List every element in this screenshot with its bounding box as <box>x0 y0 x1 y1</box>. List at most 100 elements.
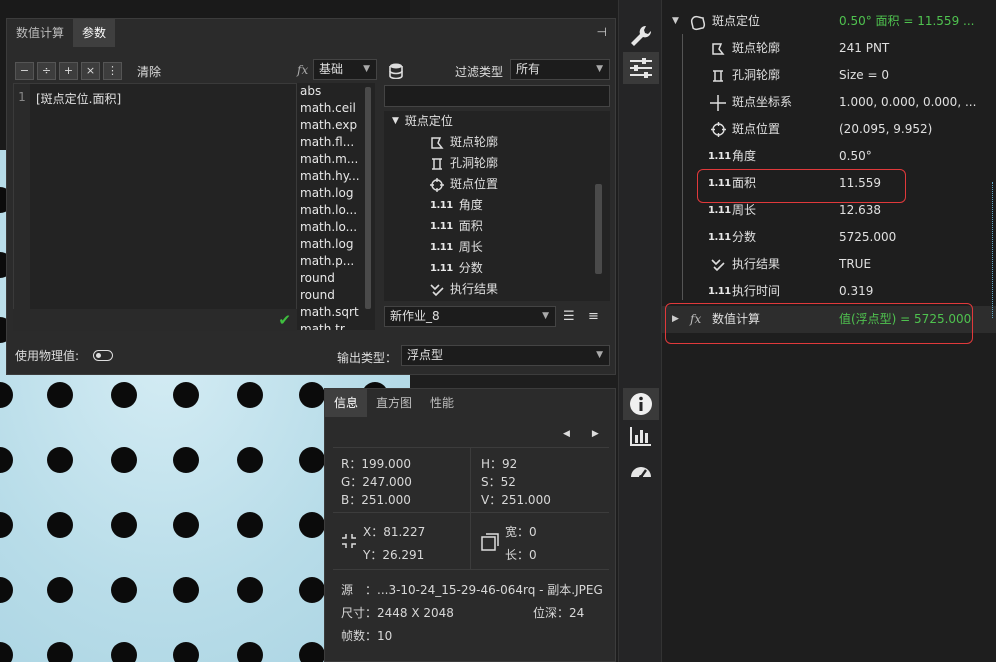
tab-info[interactable]: 信息 <box>325 389 368 417</box>
function-item[interactable]: math.lo... <box>297 202 375 219</box>
result-row[interactable]: 斑点坐标系 1.000, 0.000, 0.000, ... <box>662 89 996 116</box>
function-item[interactable]: math.lo... <box>297 219 375 236</box>
tree-item[interactable]: 斑点轮廓 <box>430 132 498 153</box>
tree-item[interactable]: 1.11 分数 <box>430 258 483 279</box>
plus-button[interactable]: + <box>59 62 78 80</box>
function-item[interactable]: round <box>297 270 375 287</box>
list-view-icon[interactable]: ☰ <box>563 309 575 324</box>
editor-status-bar: ✔ <box>13 309 297 331</box>
histogram-button[interactable] <box>623 420 659 452</box>
nav-arrows: ◀▶ <box>563 429 621 439</box>
function-item[interactable]: math.log <box>297 185 375 202</box>
function-category-select[interactable]: 基础 ▼ <box>313 59 377 80</box>
tool-params-button[interactable] <box>623 52 659 84</box>
function-item[interactable]: math.sqrt <box>297 304 375 321</box>
expand-arrow-icon[interactable]: ▼ <box>672 8 679 35</box>
function-item[interactable]: math.fl... <box>297 134 375 151</box>
coordinate-system-icon <box>708 89 728 116</box>
line-number: 1 <box>14 84 30 330</box>
number-icon: 1.11 <box>708 151 731 162</box>
tree-item[interactable]: 执行结果 <box>430 279 498 300</box>
tree-item-label: 分数 <box>458 261 483 275</box>
expression-editor[interactable]: 1 [斑点定位.面积] <box>13 83 297 331</box>
function-item[interactable]: math.exp <box>297 117 375 134</box>
side-toolbar <box>618 0 662 662</box>
result-root-row[interactable]: ▼ 斑点定位 0.50° 面积 = 11.559 ... <box>662 8 996 35</box>
expand-arrow-icon[interactable]: ▼ <box>392 111 399 132</box>
v-value: V：251.000 <box>481 493 551 507</box>
job-select[interactable]: 新作业_8 ▼ <box>384 306 556 327</box>
valid-check-icon: ✔ <box>278 311 291 329</box>
function-item[interactable]: math.tr... <box>297 321 375 330</box>
physical-value-toggle[interactable] <box>93 350 113 361</box>
result-name: 斑点轮廓 <box>732 41 781 55</box>
chevron-down-icon: ▼ <box>363 64 370 74</box>
tab-performance[interactable]: 性能 <box>421 389 463 417</box>
menu-icon[interactable]: ≡ <box>588 309 599 324</box>
result-row[interactable]: 孔洞轮廓 Size = 0 <box>662 62 996 89</box>
minus-button[interactable]: − <box>15 62 34 80</box>
prev-arrow-icon[interactable]: ◀ <box>563 429 592 439</box>
result-name: 斑点坐标系 <box>732 95 793 109</box>
function-item[interactable]: math.log <box>297 236 375 253</box>
tab-calc[interactable]: 数值计算 <box>7 19 73 47</box>
result-row[interactable]: 1.11 分数 5725.000 <box>662 224 996 251</box>
function-item[interactable]: math.m... <box>297 151 375 168</box>
result-value: 1.000, 0.000, 0.000, ... <box>839 95 977 109</box>
performance-button[interactable] <box>623 455 659 487</box>
result-row[interactable]: 1.11 角度 0.50° <box>662 143 996 170</box>
function-item[interactable]: round <box>297 287 375 304</box>
info-button[interactable] <box>623 388 659 420</box>
pin-icon[interactable]: ⊣ <box>597 25 607 39</box>
next-arrow-icon[interactable]: ▶ <box>592 429 621 439</box>
expression-text[interactable]: [斑点定位.面积] <box>36 90 121 107</box>
tab-histogram[interactable]: 直方图 <box>367 389 421 417</box>
tree-item[interactable]: 1.11 面积 <box>430 216 483 237</box>
function-list-scrollbar[interactable] <box>365 87 371 309</box>
variable-search-input[interactable] <box>384 85 610 107</box>
g-value: G：247.000 <box>341 475 412 489</box>
result-value: (20.095, 9.952) <box>839 122 933 136</box>
more-ops-button[interactable]: ⋮ <box>103 62 122 80</box>
divide-button[interactable]: ÷ <box>37 62 56 80</box>
function-item[interactable]: math.ceil <box>297 100 375 117</box>
function-item[interactable]: abs <box>297 83 375 100</box>
tool-settings-button[interactable] <box>623 20 659 52</box>
hole-contour-icon <box>708 62 728 89</box>
tree-root-blob-locate[interactable]: ▼ 斑点定位 <box>392 111 453 132</box>
tree-item[interactable]: 孔洞轮廓 <box>430 153 498 174</box>
tree-item-label: 孔洞轮廓 <box>450 156 499 170</box>
result-value: Size = 0 <box>839 68 889 82</box>
b-value: B：251.000 <box>341 493 411 507</box>
color-values-section: R：199.000 G：247.000 B：251.000 H：92 S：52 … <box>333 447 609 513</box>
output-type-label: 输出类型： <box>337 351 398 365</box>
result-name: 执行结果 <box>732 257 781 271</box>
output-type-select[interactable]: 浮点型 ▼ <box>401 345 610 366</box>
result-row[interactable]: 1.11 执行时间 0.319 <box>662 278 996 305</box>
connector-line <box>992 182 993 318</box>
variable-tree[interactable]: ▼ 斑点定位 斑点轮廓 孔洞轮廓 斑点位置 1.11 角度 1.11 面积 1.… <box>384 111 610 301</box>
output-type-value: 浮点型 <box>407 348 444 362</box>
result-row[interactable]: 执行结果 TRUE <box>662 251 996 278</box>
tab-params[interactable]: 参数 <box>73 19 116 47</box>
tree-item[interactable]: 斑点位置 <box>430 174 498 195</box>
result-name: 斑点位置 <box>732 122 781 136</box>
function-list[interactable]: abs math.ceil math.exp math.fl... math.m… <box>297 83 375 330</box>
result-name: 孔洞轮廓 <box>732 68 781 82</box>
clear-button[interactable]: 清除 <box>137 63 161 80</box>
result-row[interactable]: 斑点轮廓 241 PNT <box>662 35 996 62</box>
file-section: 源 ：...3-10-24_15-29-46-064rq - 副本.JPEG 尺… <box>333 569 609 659</box>
tree-item[interactable]: 1.11 角度 <box>430 195 483 216</box>
result-row[interactable]: 斑点位置 (20.095, 9.952) <box>662 116 996 143</box>
chevron-down-icon: ▼ <box>596 64 603 74</box>
chevron-down-icon: ▼ <box>596 350 603 360</box>
variable-tree-scrollbar[interactable] <box>595 184 602 274</box>
filter-type-select[interactable]: 所有 ▼ <box>510 59 610 80</box>
multiply-button[interactable]: × <box>81 62 100 80</box>
result-root-value: 0.50° 面积 = 11.559 ... <box>839 14 975 28</box>
tree-item[interactable]: 1.11 周长 <box>430 237 483 258</box>
function-item[interactable]: math.hy... <box>297 168 375 185</box>
result-name: 执行时间 <box>732 284 781 298</box>
function-item[interactable]: math.p... <box>297 253 375 270</box>
h-value: H：92 <box>481 457 518 471</box>
